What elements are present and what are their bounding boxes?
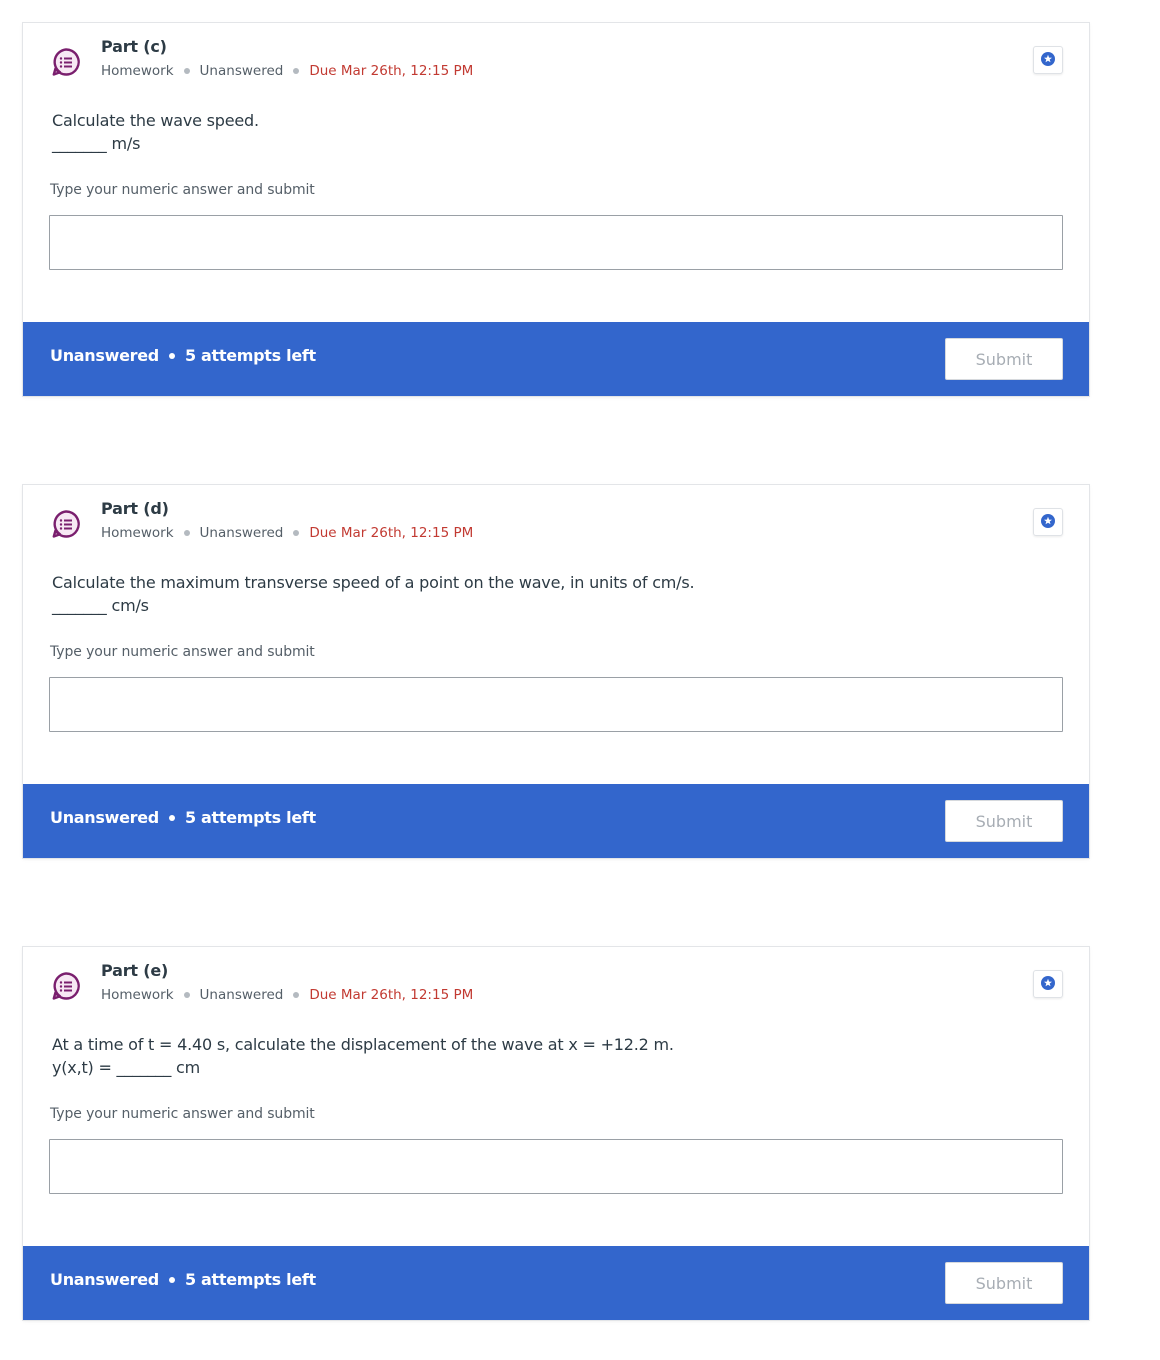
submit-button[interactable]: Submit	[945, 1262, 1063, 1304]
due-date: Due Mar 26th, 12:15 PM	[309, 525, 474, 541]
part-title: Part (e)	[101, 961, 169, 980]
star-badge-icon	[1041, 975, 1055, 994]
separator-dot	[183, 992, 190, 998]
question-list-icon	[51, 47, 81, 77]
card-footer: Unanswered 5 attempts left Submit	[23, 784, 1089, 858]
answer-blank: _______ cm/s	[52, 596, 149, 615]
numeric-answer-input[interactable]	[49, 677, 1063, 732]
answer-instruction: Type your numeric answer and submit	[50, 182, 315, 198]
bookmark-button[interactable]	[1033, 46, 1063, 74]
question-text: Calculate the maximum transverse speed o…	[52, 573, 695, 592]
part-title: Part (c)	[101, 37, 167, 56]
submit-button[interactable]: Submit	[945, 800, 1063, 842]
separator-dot	[168, 1276, 175, 1283]
question-list-icon	[51, 971, 81, 1001]
separator-dot	[293, 68, 300, 74]
answer-instruction: Type your numeric answer and submit	[50, 644, 315, 660]
footer-answer-status: Unanswered	[50, 808, 159, 827]
separator-dot	[293, 530, 300, 536]
separator-dot	[183, 68, 190, 74]
footer-answer-status: Unanswered	[50, 346, 159, 365]
card-header: Part (e) Homework Unanswered Due Mar 26t…	[23, 947, 1089, 1017]
question-text: At a time of t = 4.40 s, calculate the d…	[52, 1035, 674, 1054]
answer-instruction: Type your numeric answer and submit	[50, 1106, 315, 1122]
answer-status: Unanswered	[199, 525, 284, 541]
assignment-type: Homework	[101, 63, 174, 79]
card-footer: Unanswered 5 attempts left Submit	[23, 322, 1089, 396]
attempts-left: 5 attempts left	[184, 1270, 316, 1289]
due-date: Due Mar 26th, 12:15 PM	[309, 987, 474, 1003]
answer-status: Unanswered	[199, 987, 284, 1003]
attempts-left: 5 attempts left	[184, 808, 316, 827]
question-meta: Homework Unanswered Due Mar 26th, 12:15 …	[101, 525, 473, 541]
separator-dot	[168, 352, 175, 359]
answer-blank: _______ m/s	[52, 134, 141, 153]
footer-answer-status: Unanswered	[50, 1270, 159, 1289]
bookmark-button[interactable]	[1033, 970, 1063, 998]
assignment-type: Homework	[101, 525, 174, 541]
attempts-left: 5 attempts left	[184, 346, 316, 365]
question-prompt: At a time of t = 4.40 s, calculate the d…	[52, 1033, 674, 1079]
submit-button[interactable]: Submit	[945, 338, 1063, 380]
separator-dot	[168, 814, 175, 821]
answer-status: Unanswered	[199, 63, 284, 79]
card-header: Part (c) Homework Unanswered Due Mar 26t…	[23, 23, 1089, 93]
due-date: Due Mar 26th, 12:15 PM	[309, 63, 474, 79]
footer-status: Unanswered 5 attempts left	[50, 346, 316, 365]
question-prompt: Calculate the maximum transverse speed o…	[52, 571, 695, 617]
question-meta: Homework Unanswered Due Mar 26th, 12:15 …	[101, 987, 473, 1003]
question-meta: Homework Unanswered Due Mar 26th, 12:15 …	[101, 63, 473, 79]
question-list-icon	[51, 509, 81, 539]
numeric-answer-input[interactable]	[49, 215, 1063, 270]
question-prompt: Calculate the wave speed. _______ m/s	[52, 109, 259, 155]
separator-dot	[183, 530, 190, 536]
star-badge-icon	[1041, 51, 1055, 70]
assignment-type: Homework	[101, 987, 174, 1003]
star-badge-icon	[1041, 513, 1055, 532]
footer-status: Unanswered 5 attempts left	[50, 808, 316, 827]
answer-blank: y(x,t) = _______ cm	[52, 1058, 201, 1077]
separator-dot	[293, 992, 300, 998]
footer-status: Unanswered 5 attempts left	[50, 1270, 316, 1289]
question-card-part-c: Part (c) Homework Unanswered Due Mar 26t…	[23, 23, 1089, 396]
card-footer: Unanswered 5 attempts left Submit	[23, 1246, 1089, 1320]
question-card-part-e: Part (e) Homework Unanswered Due Mar 26t…	[23, 947, 1089, 1320]
numeric-answer-input[interactable]	[49, 1139, 1063, 1194]
card-header: Part (d) Homework Unanswered Due Mar 26t…	[23, 485, 1089, 555]
question-card-part-d: Part (d) Homework Unanswered Due Mar 26t…	[23, 485, 1089, 858]
homework-page: Part (c) Homework Unanswered Due Mar 26t…	[0, 0, 1160, 1360]
question-text: Calculate the wave speed.	[52, 111, 259, 130]
bookmark-button[interactable]	[1033, 508, 1063, 536]
part-title: Part (d)	[101, 499, 169, 518]
